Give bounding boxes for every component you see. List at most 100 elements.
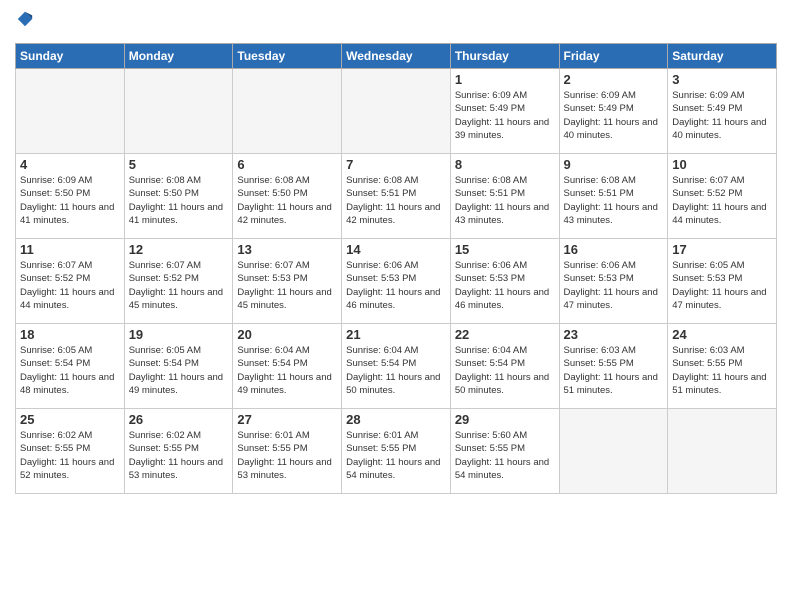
calendar-cell	[124, 69, 233, 154]
calendar-header-thursday: Thursday	[450, 44, 559, 69]
calendar-cell: 8Sunrise: 6:08 AM Sunset: 5:51 PM Daylig…	[450, 154, 559, 239]
calendar-header-friday: Friday	[559, 44, 668, 69]
calendar-cell: 11 Sunrise: 6:07 AM Sunset: 5:52 PM Dayli…	[16, 239, 125, 324]
calendar-table: SundayMondayTuesdayWednesdayThursdayFrid…	[15, 43, 777, 494]
day-info: Sunrise: 6:09 AM Sunset: 5:49 PM Dayligh…	[672, 89, 772, 142]
calendar-week-1: 1 Sunrise: 6:09 AM Sunset: 5:49 PM Daylig…	[16, 69, 777, 154]
day-info: Sunrise: 6:03 AM Sunset: 5:55 PM Dayligh…	[564, 344, 664, 397]
day-info: Sunrise: 6:09 AM Sunset: 5:49 PM Dayligh…	[564, 89, 664, 142]
calendar-cell	[16, 69, 125, 154]
calendar-cell: 25 Sunrise: 6:02 AM Sunset: 5:55 PM Dayli…	[16, 409, 125, 494]
day-info: Sunrise: 6:01 AM Sunset: 5:55 PM Dayligh…	[237, 429, 337, 482]
day-info: Sunrise: 6:04 AM Sunset: 5:54 PM Dayligh…	[237, 344, 337, 397]
day-number: 6	[237, 157, 337, 172]
calendar-body: 1 Sunrise: 6:09 AM Sunset: 5:49 PM Daylig…	[16, 69, 777, 494]
calendar-cell: 18 Sunrise: 6:05 AM Sunset: 5:54 PM Dayli…	[16, 324, 125, 409]
calendar-week-3: 11 Sunrise: 6:07 AM Sunset: 5:52 PM Dayli…	[16, 239, 777, 324]
calendar-cell: 19Sunrise: 6:05 AM Sunset: 5:54 PM Dayli…	[124, 324, 233, 409]
calendar-cell: 20 Sunrise: 6:04 AM Sunset: 5:54 PM Dayli…	[233, 324, 342, 409]
day-info: Sunrise: 6:06 AM Sunset: 5:53 PM Dayligh…	[564, 259, 664, 312]
calendar-header-tuesday: Tuesday	[233, 44, 342, 69]
day-info: Sunrise: 6:02 AM Sunset: 5:55 PM Dayligh…	[129, 429, 229, 482]
calendar-cell: 29 Sunrise: 5:60 AM Sunset: 5:55 PM Dayli…	[450, 409, 559, 494]
day-number: 15	[455, 242, 555, 257]
day-info: Sunrise: 6:09 AM Sunset: 5:50 PM Dayligh…	[20, 174, 120, 227]
calendar-header-saturday: Saturday	[668, 44, 777, 69]
calendar-cell	[668, 409, 777, 494]
day-info: Sunrise: 6:08 AM Sunset: 5:50 PM Dayligh…	[129, 174, 229, 227]
calendar-cell: 15 Sunrise: 6:06 AM Sunset: 5:53 PM Dayli…	[450, 239, 559, 324]
day-number: 24	[672, 327, 772, 342]
calendar-header-row: SundayMondayTuesdayWednesdayThursdayFrid…	[16, 44, 777, 69]
day-info: Sunrise: 6:05 AM Sunset: 5:53 PM Dayligh…	[672, 259, 772, 312]
day-number: 5	[129, 157, 229, 172]
day-number: 16	[564, 242, 664, 257]
day-info: Sunrise: 6:04 AM Sunset: 5:54 PM Dayligh…	[455, 344, 555, 397]
calendar-cell: 16 Sunrise: 6:06 AM Sunset: 5:53 PM Dayli…	[559, 239, 668, 324]
day-number: 11	[20, 242, 120, 257]
calendar-cell: 9 Sunrise: 6:08 AM Sunset: 5:51 PM Daylig…	[559, 154, 668, 239]
day-number: 1	[455, 72, 555, 87]
day-info: Sunrise: 6:08 AM Sunset: 5:51 PM Dayligh…	[564, 174, 664, 227]
day-number: 10	[672, 157, 772, 172]
calendar-week-4: 18 Sunrise: 6:05 AM Sunset: 5:54 PM Dayli…	[16, 324, 777, 409]
day-number: 18	[20, 327, 120, 342]
calendar-cell: 14 Sunrise: 6:06 AM Sunset: 5:53 PM Dayli…	[342, 239, 451, 324]
calendar-cell: 23 Sunrise: 6:03 AM Sunset: 5:55 PM Dayli…	[559, 324, 668, 409]
day-number: 17	[672, 242, 772, 257]
day-info: Sunrise: 5:60 AM Sunset: 5:55 PM Dayligh…	[455, 429, 555, 482]
calendar-cell: 10 Sunrise: 6:07 AM Sunset: 5:52 PM Dayli…	[668, 154, 777, 239]
day-number: 22	[455, 327, 555, 342]
day-info: Sunrise: 6:05 AM Sunset: 5:54 PM Dayligh…	[20, 344, 120, 397]
calendar-cell: 26 Sunrise: 6:02 AM Sunset: 5:55 PM Dayli…	[124, 409, 233, 494]
calendar-cell	[233, 69, 342, 154]
day-number: 14	[346, 242, 446, 257]
day-number: 25	[20, 412, 120, 427]
day-info: Sunrise: 6:07 AM Sunset: 5:53 PM Dayligh…	[237, 259, 337, 312]
calendar-cell: 17 Sunrise: 6:05 AM Sunset: 5:53 PM Dayli…	[668, 239, 777, 324]
calendar-cell: 7 Sunrise: 6:08 AM Sunset: 5:51 PM Daylig…	[342, 154, 451, 239]
day-info: Sunrise: 6:03 AM Sunset: 5:55 PM Dayligh…	[672, 344, 772, 397]
day-number: 28	[346, 412, 446, 427]
logo	[15, 10, 38, 33]
calendar-cell: 4Sunrise: 6:09 AM Sunset: 5:50 PM Daylig…	[16, 154, 125, 239]
calendar-cell: 24 Sunrise: 6:03 AM Sunset: 5:55 PM Dayli…	[668, 324, 777, 409]
calendar-header-wednesday: Wednesday	[342, 44, 451, 69]
day-info: Sunrise: 6:02 AM Sunset: 5:55 PM Dayligh…	[20, 429, 120, 482]
day-info: Sunrise: 6:07 AM Sunset: 5:52 PM Dayligh…	[129, 259, 229, 312]
calendar-header-monday: Monday	[124, 44, 233, 69]
general-blue-icon	[16, 10, 34, 28]
calendar-cell: 3 Sunrise: 6:09 AM Sunset: 5:49 PM Daylig…	[668, 69, 777, 154]
calendar-week-2: 4Sunrise: 6:09 AM Sunset: 5:50 PM Daylig…	[16, 154, 777, 239]
day-number: 7	[346, 157, 446, 172]
day-info: Sunrise: 6:04 AM Sunset: 5:54 PM Dayligh…	[346, 344, 446, 397]
calendar-cell	[342, 69, 451, 154]
day-info: Sunrise: 6:06 AM Sunset: 5:53 PM Dayligh…	[346, 259, 446, 312]
day-number: 13	[237, 242, 337, 257]
calendar-cell: 21 Sunrise: 6:04 AM Sunset: 5:54 PM Dayli…	[342, 324, 451, 409]
day-number: 23	[564, 327, 664, 342]
calendar-cell	[559, 409, 668, 494]
day-number: 29	[455, 412, 555, 427]
day-number: 12	[129, 242, 229, 257]
calendar-cell: 13 Sunrise: 6:07 AM Sunset: 5:53 PM Dayli…	[233, 239, 342, 324]
day-info: Sunrise: 6:08 AM Sunset: 5:51 PM Dayligh…	[455, 174, 555, 227]
day-number: 21	[346, 327, 446, 342]
day-number: 3	[672, 72, 772, 87]
day-info: Sunrise: 6:07 AM Sunset: 5:52 PM Dayligh…	[20, 259, 120, 312]
day-info: Sunrise: 6:06 AM Sunset: 5:53 PM Dayligh…	[455, 259, 555, 312]
calendar-cell: 12 Sunrise: 6:07 AM Sunset: 5:52 PM Dayli…	[124, 239, 233, 324]
day-number: 27	[237, 412, 337, 427]
day-info: Sunrise: 6:08 AM Sunset: 5:51 PM Dayligh…	[346, 174, 446, 227]
day-info: Sunrise: 6:05 AM Sunset: 5:54 PM Dayligh…	[129, 344, 229, 397]
day-info: Sunrise: 6:09 AM Sunset: 5:49 PM Dayligh…	[455, 89, 555, 142]
day-number: 20	[237, 327, 337, 342]
day-number: 2	[564, 72, 664, 87]
day-info: Sunrise: 6:07 AM Sunset: 5:52 PM Dayligh…	[672, 174, 772, 227]
day-number: 9	[564, 157, 664, 172]
calendar-cell: 6 Sunrise: 6:08 AM Sunset: 5:50 PM Daylig…	[233, 154, 342, 239]
calendar-cell: 2 Sunrise: 6:09 AM Sunset: 5:49 PM Daylig…	[559, 69, 668, 154]
day-info: Sunrise: 6:08 AM Sunset: 5:50 PM Dayligh…	[237, 174, 337, 227]
day-number: 26	[129, 412, 229, 427]
calendar-cell: 5 Sunrise: 6:08 AM Sunset: 5:50 PM Daylig…	[124, 154, 233, 239]
